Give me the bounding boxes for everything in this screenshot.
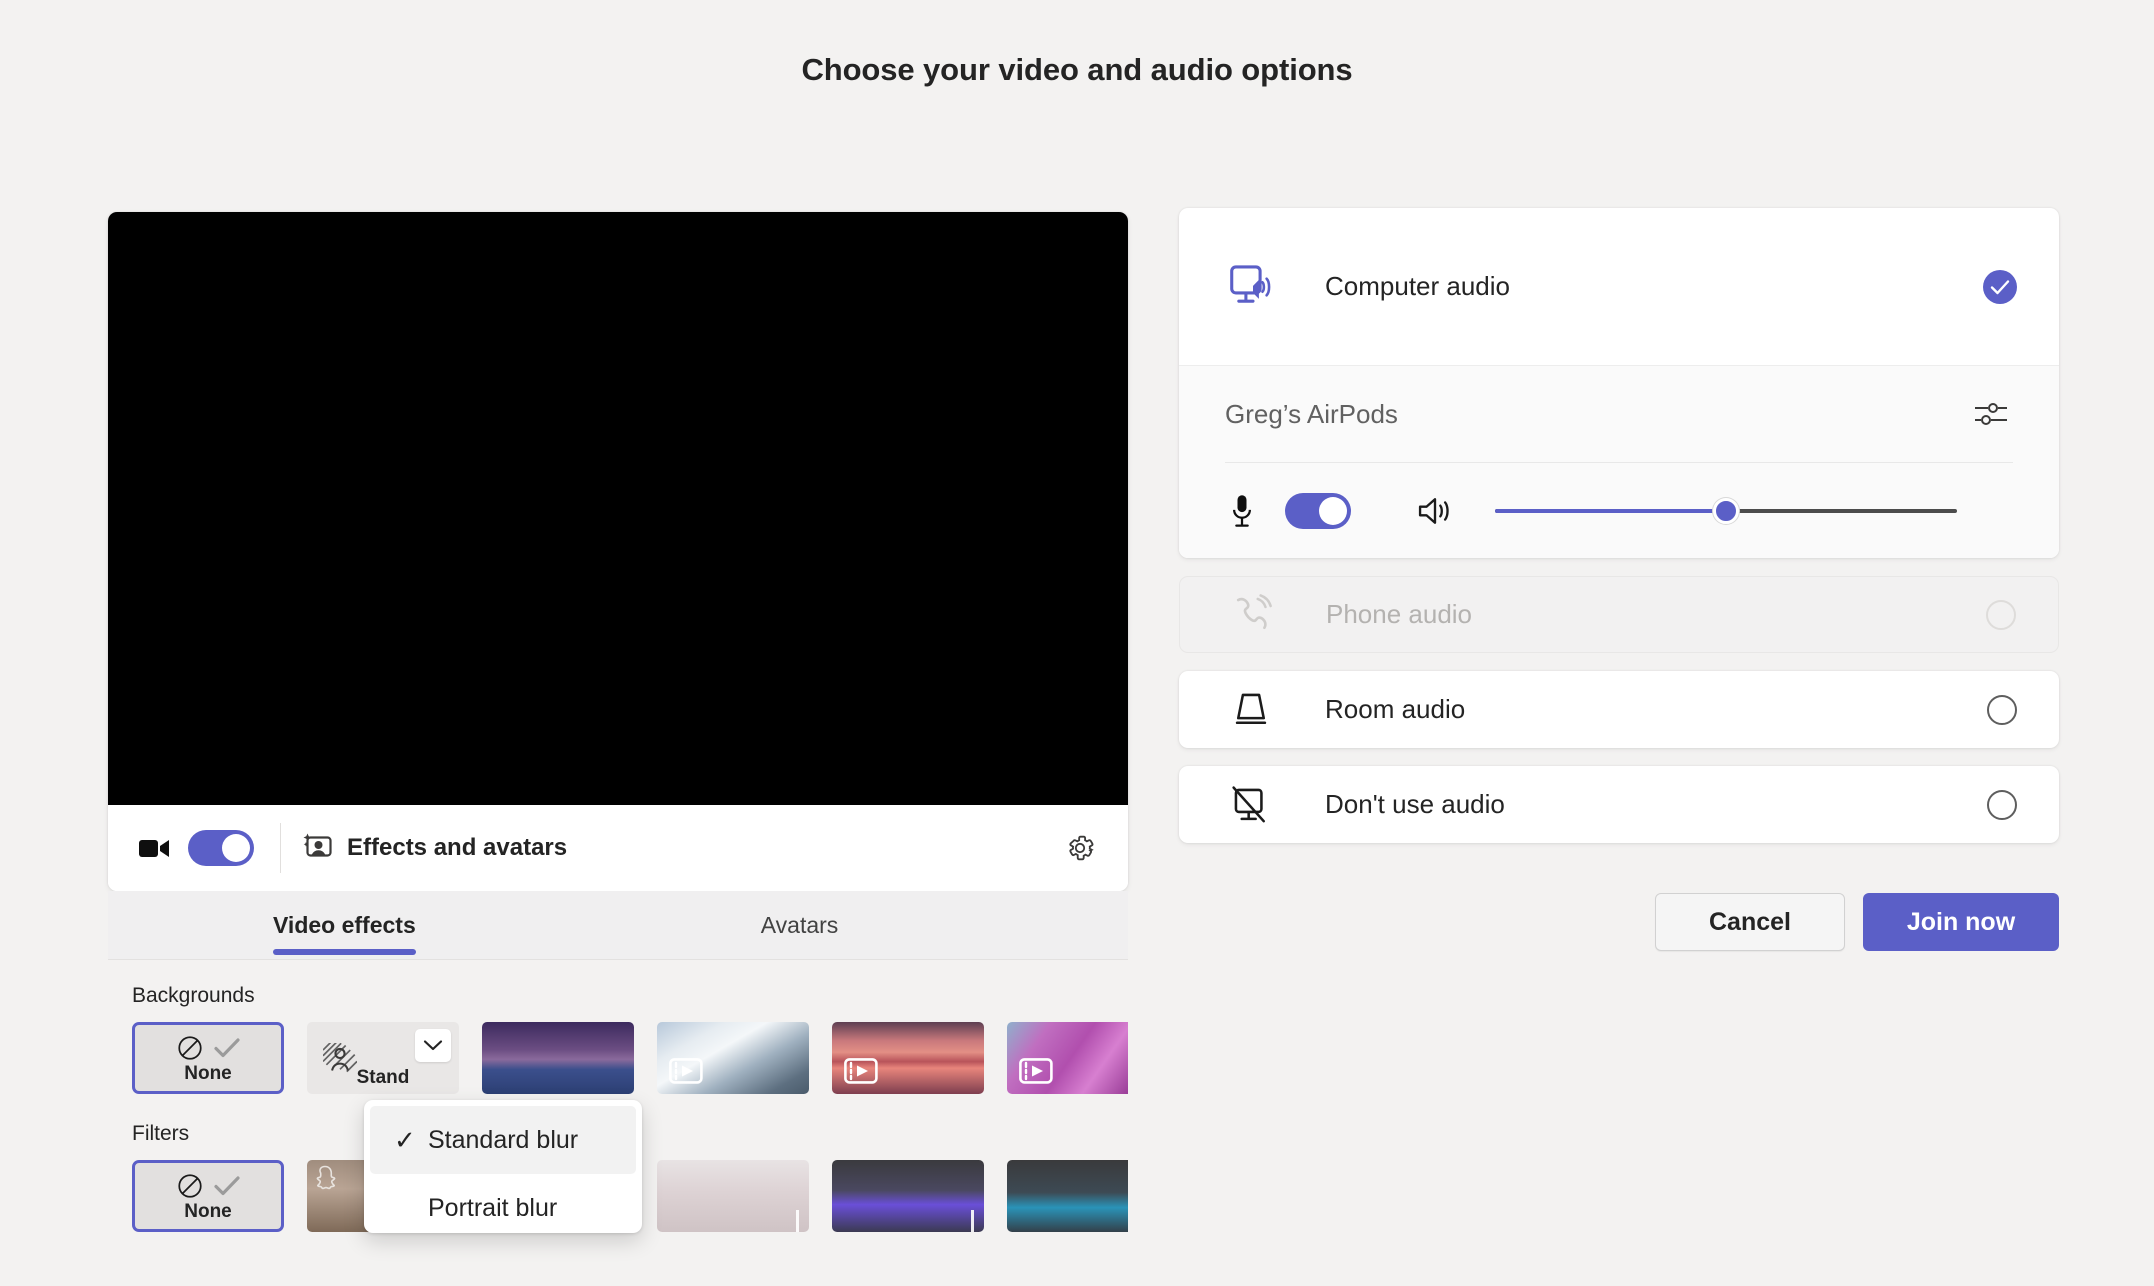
background-standard-blur[interactable]: Stand [307,1022,459,1094]
blur-options-dropdown: ✓ Standard blur Portrait blur [364,1100,642,1233]
no-audio-icon [1225,783,1277,827]
computer-audio-card: Computer audio Greg’s AirPods [1179,208,2059,558]
snapchat-ghost-icon [314,1165,336,1191]
filter-none[interactable]: None [132,1160,284,1232]
video-preview-area[interactable] [108,212,1128,805]
check-icon [214,1037,240,1057]
filter-none-indicator [176,1172,240,1200]
check-icon [1990,279,2010,294]
tab-video-effects-label: Video effects [273,911,416,938]
dont-use-audio-label: Don't use audio [1325,789,1505,819]
effects-tabs: Video effects Avatars [108,891,1128,959]
chevron-down-icon [423,1040,443,1051]
check-icon [214,1175,240,1195]
video-settings-button[interactable] [1058,826,1102,870]
phone-audio-option: Phone audio [1179,576,2059,653]
volume-slider-fill [1495,509,1726,513]
background-none-indicator [176,1034,240,1062]
computer-audio-selected-indicator[interactable] [1983,269,2017,304]
background-none[interactable]: None [132,1022,284,1094]
audio-options-column: Computer audio Greg’s AirPods Phone audi… [1179,208,2059,951]
action-buttons: Cancel Join now [1179,893,2059,951]
computer-audio-label: Computer audio [1325,271,1510,301]
phone-audio-label: Phone audio [1326,599,1473,629]
prejoin-screen: Choose your video and audio options Effe… [0,0,2154,1286]
page-title: Choose your video and audio options [801,52,1353,87]
blur-options-chevron-button[interactable] [415,1029,451,1062]
filter-indicator-bar [971,1210,974,1232]
tab-avatars-label: Avatars [760,911,839,938]
microphone-toggle-knob [1319,497,1347,525]
volume-slider-thumb[interactable] [1713,498,1739,524]
volume-slider[interactable] [1495,493,1957,529]
dropdown-item-portrait-blur[interactable]: Portrait blur [364,1174,642,1233]
microphone-toggle[interactable] [1285,493,1351,529]
background-thumb[interactable] [482,1022,634,1094]
video-background-icon [844,1058,878,1084]
camera-toggle-knob [222,834,250,862]
filter-indicator-bar [796,1210,799,1232]
room-speaker-icon [1225,688,1277,732]
gear-icon [1069,835,1094,861]
camera-toggle[interactable] [188,830,254,866]
dropdown-item-standard-blur-label: Standard blur [428,1125,579,1154]
computer-audio-option[interactable]: Computer audio [1179,208,2059,365]
video-preview-card: Effects and avatars [108,212,1128,891]
speaker-icon [1415,493,1455,529]
background-none-label: None [184,1062,232,1084]
cancel-button[interactable]: Cancel [1655,893,1845,951]
tab-active-underline [273,949,416,955]
background-standard-blur-label: Stand [356,1067,410,1088]
background-thumb[interactable] [657,1022,809,1094]
filter-thumb[interactable] [832,1160,984,1232]
audio-device-name: Greg’s AirPods [1225,398,1398,429]
audio-controls-row [1225,463,2013,558]
join-now-button[interactable]: Join now [1863,893,2059,951]
computer-speaker-icon [1225,261,1281,313]
video-background-icon [669,1058,703,1084]
phone-audio-radio [1986,599,2016,630]
audio-device-row: Greg’s AirPods [1225,366,2013,462]
tab-video-effects[interactable]: Video effects [273,891,416,959]
dont-use-audio-radio[interactable] [1987,789,2017,820]
dont-use-audio-option[interactable]: Don't use audio [1179,766,2059,843]
dropdown-item-portrait-blur-label: Portrait blur [428,1193,558,1222]
effects-avatars-icon [303,833,333,864]
backgrounds-section-label: Backgrounds [132,984,255,1007]
dropdown-item-standard-blur[interactable]: ✓ Standard blur [370,1106,636,1174]
background-thumb[interactable] [832,1022,984,1094]
filter-thumb[interactable] [657,1160,809,1232]
camera-icon [138,833,172,863]
no-background-icon [178,1035,202,1060]
effects-and-avatars-button[interactable]: Effects and avatars [303,833,567,864]
filter-thumb[interactable] [1007,1160,1128,1232]
check-icon: ✓ [394,1124,416,1155]
backgrounds-row: None Stand [132,1022,1128,1094]
device-settings-button[interactable] [1969,392,2013,436]
effects-and-avatars-label: Effects and avatars [347,834,568,861]
room-audio-radio[interactable] [1987,694,2017,725]
toolbar-divider [280,823,281,873]
filter-none-label: None [184,1200,232,1222]
audio-device-section: Greg’s AirPods [1179,365,2059,558]
no-filter-icon [178,1173,202,1198]
room-audio-option[interactable]: Room audio [1179,671,2059,748]
background-thumb[interactable] [1007,1022,1128,1094]
room-audio-label: Room audio [1325,694,1466,724]
video-background-icon [1019,1058,1053,1084]
microphone-icon [1225,492,1259,530]
video-toolbar: Effects and avatars [108,805,1128,891]
tab-avatars[interactable]: Avatars [761,891,839,959]
sliders-icon [1975,403,2007,425]
phone-icon [1226,593,1278,637]
